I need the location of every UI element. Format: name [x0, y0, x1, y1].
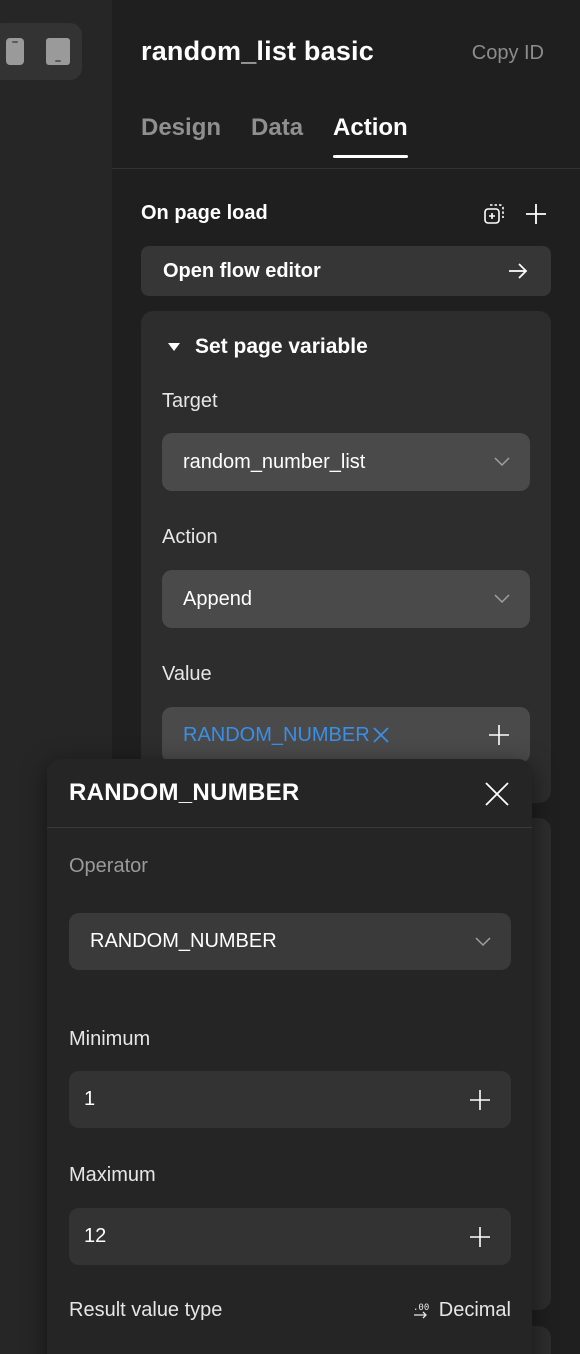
random-number-popover: RANDOM_NUMBER Operator RANDOM_NUMBER Min…	[47, 759, 532, 1354]
phone-icon[interactable]	[5, 37, 25, 66]
value-field[interactable]: RANDOM_NUMBER	[162, 707, 530, 763]
action-value: Append	[183, 587, 252, 610]
result-type-row: Result value type .00 Decimal	[69, 1299, 511, 1322]
caret-down-icon	[168, 343, 180, 351]
result-type-value: Decimal	[438, 1299, 511, 1321]
minimum-field	[69, 1071, 511, 1128]
chevron-down-icon	[494, 594, 510, 604]
add-action-plus-icon[interactable]	[524, 202, 548, 226]
tab-data[interactable]: Data	[251, 114, 303, 158]
open-flow-editor-label: Open flow editor	[163, 259, 321, 282]
minimum-input[interactable]	[84, 1088, 384, 1111]
operator-value: RANDOM_NUMBER	[90, 930, 277, 952]
tab-action[interactable]: Action	[333, 114, 408, 158]
on-page-load-label: On page load	[141, 202, 268, 224]
close-icon[interactable]	[484, 781, 510, 807]
tab-divider	[112, 168, 580, 169]
target-label: Target	[162, 390, 218, 412]
value-label: Value	[162, 663, 212, 685]
maximum-label: Maximum	[69, 1164, 156, 1186]
result-type-label: Result value type	[69, 1299, 223, 1321]
operator-label: Operator	[69, 855, 148, 877]
tablet-icon[interactable]	[45, 37, 71, 66]
popover-title: RANDOM_NUMBER	[69, 779, 300, 806]
set-page-variable-card: Set page variable Target random_number_l…	[141, 311, 551, 803]
value-token[interactable]: RANDOM_NUMBER	[183, 724, 390, 747]
tab-design[interactable]: Design	[141, 114, 221, 158]
minimum-label: Minimum	[69, 1028, 151, 1050]
maximum-field	[69, 1208, 511, 1265]
value-token-label: RANDOM_NUMBER	[183, 723, 370, 746]
plus-icon[interactable]	[469, 1226, 491, 1248]
card-header[interactable]: Set page variable	[167, 335, 368, 359]
panel-title: random_list basic	[141, 36, 374, 66]
arrow-right-icon	[509, 263, 528, 279]
popover-divider	[47, 827, 532, 828]
action-select[interactable]: Append	[162, 570, 530, 628]
plus-icon[interactable]	[488, 724, 510, 746]
device-toggle	[0, 23, 82, 80]
action-label: Action	[162, 526, 218, 548]
decimal-icon: .00	[413, 1303, 429, 1318]
svg-text:.00: .00	[413, 1303, 429, 1313]
result-type-toggle[interactable]: .00 Decimal	[411, 1299, 511, 1322]
duplicate-icon[interactable]	[482, 202, 506, 226]
page: random_list basic Copy ID Design Data Ac…	[0, 0, 580, 1354]
x-icon[interactable]	[372, 726, 390, 744]
open-flow-editor-button[interactable]: Open flow editor	[141, 246, 551, 296]
operator-select[interactable]: RANDOM_NUMBER	[69, 913, 511, 970]
plus-icon[interactable]	[469, 1089, 491, 1111]
copy-id-button[interactable]: Copy ID	[472, 42, 544, 65]
target-select[interactable]: random_number_list	[162, 433, 530, 491]
maximum-input[interactable]	[84, 1225, 384, 1248]
card-title: Set page variable	[195, 335, 368, 358]
target-value: random_number_list	[183, 450, 366, 473]
tab-bar: Design Data Action	[141, 114, 408, 158]
chevron-down-icon	[494, 457, 510, 467]
chevron-down-icon	[475, 936, 491, 946]
